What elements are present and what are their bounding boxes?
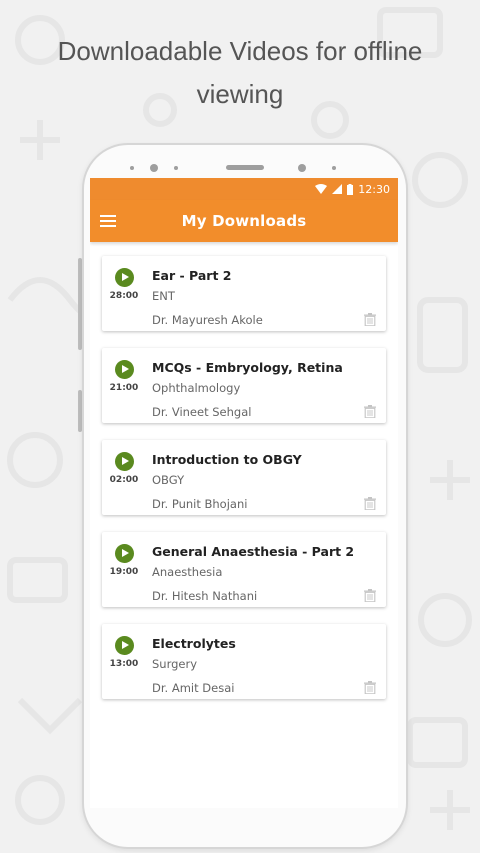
video-title: Electrolytes bbox=[152, 636, 236, 651]
trash-icon[interactable] bbox=[364, 589, 376, 602]
video-duration: 13:00 bbox=[109, 659, 139, 669]
battery-icon bbox=[347, 183, 354, 195]
video-title: General Anaesthesia - Part 2 bbox=[152, 544, 355, 559]
download-card[interactable]: 28:00 Ear - Part 2 ENT Dr. Mayuresh Akol… bbox=[102, 256, 386, 331]
phone-screen: 12:30 My Downloads 28:00 Ear - Part 2 EN… bbox=[90, 178, 398, 808]
play-icon[interactable] bbox=[115, 360, 134, 379]
app-bar: My Downloads bbox=[90, 200, 398, 242]
download-card[interactable]: 19:00 General Anaesthesia - Part 2 Anaes… bbox=[102, 532, 386, 607]
video-duration: 21:00 bbox=[109, 383, 139, 393]
video-subject: OBGY bbox=[152, 473, 185, 487]
video-duration: 19:00 bbox=[109, 567, 139, 577]
downloads-list: 28:00 Ear - Part 2 ENT Dr. Mayuresh Akol… bbox=[90, 242, 398, 699]
video-duration: 28:00 bbox=[109, 291, 139, 301]
front-camera bbox=[150, 164, 158, 172]
earpiece-speaker bbox=[226, 165, 264, 170]
sensor-dot bbox=[130, 166, 134, 170]
headline-line-1: Downloadable Videos for offline bbox=[57, 36, 423, 66]
video-title: Ear - Part 2 bbox=[152, 268, 232, 283]
video-title: Introduction to OBGY bbox=[152, 452, 302, 467]
video-title: MCQs - Embryology, Retina bbox=[152, 360, 343, 375]
video-author: Dr. Hitesh Nathani bbox=[152, 589, 258, 603]
video-author: Dr. Punit Bhojani bbox=[152, 497, 248, 511]
wifi-icon bbox=[315, 184, 328, 194]
video-subject: Ophthalmology bbox=[152, 381, 241, 395]
headline-line-2: viewing bbox=[196, 79, 284, 109]
play-icon[interactable] bbox=[115, 268, 134, 287]
download-card[interactable]: 21:00 MCQs - Embryology, Retina Ophthalm… bbox=[102, 348, 386, 423]
download-card[interactable]: 13:00 Electrolytes Surgery Dr. Amit Desa… bbox=[102, 624, 386, 699]
proximity-sensor bbox=[298, 164, 306, 172]
phone-top-bezel bbox=[84, 159, 406, 175]
video-subject: ENT bbox=[152, 289, 175, 303]
video-author: Dr. Amit Desai bbox=[152, 681, 235, 695]
trash-icon[interactable] bbox=[364, 405, 376, 418]
play-icon[interactable] bbox=[115, 636, 134, 655]
sensor-dot bbox=[174, 166, 178, 170]
video-subject: Surgery bbox=[152, 657, 198, 671]
play-icon[interactable] bbox=[115, 452, 134, 471]
play-icon[interactable] bbox=[115, 544, 134, 563]
video-author: Dr. Vineet Sehgal bbox=[152, 405, 252, 419]
promo-headline: Downloadable Videos for offline viewing bbox=[0, 30, 480, 116]
trash-icon[interactable] bbox=[364, 313, 376, 326]
video-duration: 02:00 bbox=[109, 475, 139, 485]
video-author: Dr. Mayuresh Akole bbox=[152, 313, 263, 327]
trash-icon[interactable] bbox=[364, 681, 376, 694]
video-subject: Anaesthesia bbox=[152, 565, 223, 579]
trash-icon[interactable] bbox=[364, 497, 376, 510]
download-card[interactable]: 02:00 Introduction to OBGY OBGY Dr. Puni… bbox=[102, 440, 386, 515]
phone-frame: 12:30 My Downloads 28:00 Ear - Part 2 EN… bbox=[82, 143, 408, 849]
status-time: 12:30 bbox=[358, 182, 390, 196]
signal-icon bbox=[332, 184, 343, 194]
app-title: My Downloads bbox=[181, 212, 307, 230]
sensor-dot bbox=[332, 166, 336, 170]
status-bar: 12:30 bbox=[90, 178, 398, 200]
hamburger-icon[interactable] bbox=[100, 215, 116, 227]
